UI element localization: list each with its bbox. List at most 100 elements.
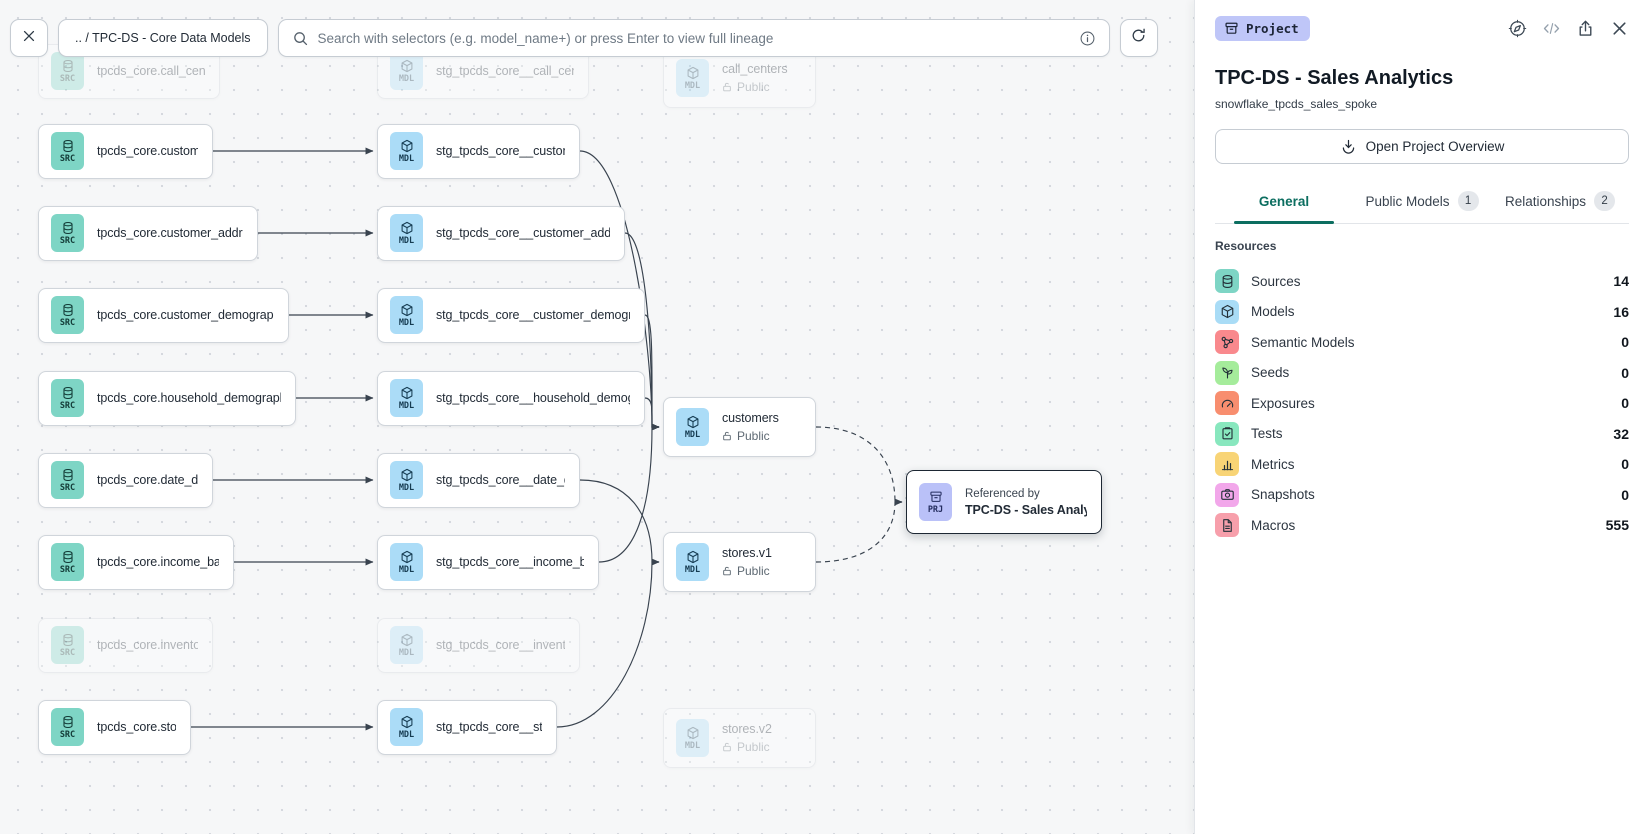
close-panel-icon[interactable] (1610, 19, 1629, 38)
clipboard-check-icon (1215, 422, 1239, 446)
graph-node-mdl_stores_v1[interactable]: MDLstores.v1Public (663, 532, 816, 592)
database-icon: SRC (51, 132, 84, 170)
node-label: tpcds_core.household_demographics (97, 391, 281, 405)
tab-label: Public Models (1365, 194, 1449, 209)
node-label: stg_tpcds_core__inventory (436, 638, 565, 652)
cube-icon: MDL (676, 408, 709, 446)
graph-node-src_customer_address[interactable]: SRC tpcds_core.customer_address (38, 206, 258, 261)
resource-count: 0 (1621, 456, 1629, 472)
project-schema-subtitle: snowflake_tpcds_sales_spoke (1215, 97, 1629, 111)
referenced-by-label: Referenced by (965, 488, 1087, 500)
code-icon[interactable] (1542, 19, 1561, 38)
graph-node-stg_store[interactable]: MDLstg_tpcds_core__store (377, 700, 557, 755)
node-label: call_centers (722, 62, 788, 76)
database-icon: SRC (51, 296, 84, 334)
resource-label: Tests (1251, 426, 1601, 441)
info-icon[interactable] (1079, 30, 1096, 47)
lineage-canvas[interactable]: SRCtpcds_core.call_centerSRCtpcds_core.c… (0, 0, 1194, 834)
tab-general[interactable]: General (1215, 183, 1353, 223)
graph-node-src_date_dim[interactable]: SRCtpcds_core.date_dim (38, 453, 213, 508)
explore-compass-icon[interactable] (1508, 19, 1527, 38)
tab-count-badge: 2 (1594, 191, 1615, 211)
close-lineage-button[interactable] (10, 19, 48, 57)
node-label: stg_tpcds_core__date_dim (436, 473, 565, 487)
database-icon: SRC (51, 543, 84, 581)
node-label: tpcds_core.customer (97, 144, 198, 158)
resource-count: 555 (1606, 517, 1629, 533)
graph-node-src_customer[interactable]: SRC tpcds_core.customer (38, 124, 213, 179)
resource-label: Macros (1251, 518, 1594, 533)
resource-type-badge: Project (1215, 16, 1310, 41)
lineage-search (278, 19, 1110, 57)
resource-row-macros: Macros 555 (1215, 510, 1629, 541)
graph-node-src_income_band[interactable]: SRCtpcds_core.income_band (38, 535, 234, 590)
resource-row-seeds: Seeds0 (1215, 358, 1629, 389)
resource-row-tests: Tests32 (1215, 419, 1629, 450)
node-label: stg_tpcds_core__income_band (436, 555, 584, 569)
edge-mdl_stores_v1-to-prj_sales (816, 502, 902, 562)
share-icon[interactable] (1576, 19, 1595, 38)
database-icon: SRC (51, 626, 84, 664)
graph-node-src_household_demographics[interactable]: SRC tpcds_core.household_demographics (38, 371, 296, 426)
graph-node-src_inventory[interactable]: SRCtpcds_core.inventory (38, 618, 213, 673)
tab-relationships[interactable]: Relationships2 (1491, 183, 1629, 223)
resource-count: 16 (1613, 304, 1629, 320)
database-icon: SRC (51, 379, 84, 417)
resource-row-sources: Sources14 (1215, 266, 1629, 297)
search-input[interactable] (318, 31, 1070, 46)
database-icon: SRC (51, 52, 84, 90)
resource-label: Snapshots (1251, 487, 1609, 502)
resource-label: Exposures (1251, 396, 1609, 411)
node-label: stores.v1 (722, 546, 772, 560)
lineage-toolbar: .. / TPC-DS - Core Data Models (10, 19, 1158, 57)
resource-label: Models (1251, 304, 1601, 319)
graph-node-stg_inventory[interactable]: MDL stg_tpcds_core__inventory (377, 618, 580, 673)
cube-icon: MDL (390, 52, 423, 90)
cube-icon: MDL (390, 379, 423, 417)
graph-node-stg_household_demographics[interactable]: MDLstg_tpcds_core__household_demogr… (377, 371, 645, 426)
graph-node-mdl_stores_v2[interactable]: MDLstores.v2Public (663, 708, 816, 768)
graph-node-stg_income_band[interactable]: MDL stg_tpcds_core__income_band (377, 535, 599, 590)
gauge-icon (1215, 391, 1239, 415)
lock-open-icon (722, 566, 732, 576)
cube-icon: MDL (390, 132, 423, 170)
seedling-icon (1215, 361, 1239, 385)
graph-node-stg_customer_address[interactable]: MDLstg_tpcds_core__customer_address (377, 206, 625, 261)
graph-node-stg_customer_demographics[interactable]: MDLstg_tpcds_core__customer_demogra… (377, 288, 645, 343)
graph-node-src_store[interactable]: SRCtpcds_core.store (38, 700, 191, 755)
resource-label: Seeds (1251, 365, 1609, 380)
node-label: stg_tpcds_core__customer (436, 144, 565, 158)
cube-icon: MDL (390, 626, 423, 664)
node-label: tpcds_core.store (97, 720, 176, 734)
resource-row-metrics: Metrics 0 (1215, 449, 1629, 480)
node-label: tpcds_core.call_center (97, 64, 205, 78)
cube-icon: MDL (390, 461, 423, 499)
public-access-label: Public (722, 740, 772, 754)
graph-node-mdl_customers[interactable]: MDLcustomersPublic (663, 397, 816, 457)
node-label: tpcds_core.customer_address (97, 226, 243, 240)
cube-icon: MDL (390, 296, 423, 334)
tab-label: General (1259, 194, 1309, 209)
open-project-overview-button[interactable]: Open Project Overview (1215, 129, 1629, 164)
project-icon: PRJ (919, 483, 952, 521)
graph-node-mdl_call_centers[interactable]: MDLcall_centersPublic (663, 48, 816, 108)
tab-public-models[interactable]: Public Models1 (1353, 183, 1491, 223)
graph-node-stg_date_dim[interactable]: MDL stg_tpcds_core__date_dim (377, 453, 580, 508)
graph-node-prj_sales[interactable]: PRJReferenced byTPC-DS - Sales Analytics (906, 470, 1102, 534)
cube-icon: MDL (390, 543, 423, 581)
file-icon (1215, 513, 1239, 537)
graph-node-stg_customer[interactable]: MDL stg_tpcds_core__customer (377, 124, 580, 179)
lock-open-icon (722, 431, 732, 441)
resource-label: Semantic Models (1251, 335, 1609, 350)
refresh-lineage-button[interactable] (1120, 19, 1158, 57)
breadcrumb[interactable]: .. / TPC-DS - Core Data Models (58, 19, 268, 57)
node-label: stg_tpcds_core__store (436, 720, 542, 734)
resource-label: Metrics (1251, 457, 1609, 472)
page-title: TPC-DS - Sales Analytics (1215, 67, 1629, 90)
graph-node-src_customer_demographics[interactable]: SRCtpcds_core.customer_demographics (38, 288, 289, 343)
cube-icon: MDL (676, 59, 709, 97)
resource-count: 14 (1613, 273, 1629, 289)
database-icon: SRC (51, 214, 84, 252)
bar-chart-icon (1215, 452, 1239, 476)
resource-row-snapshots: Snapshots0 (1215, 480, 1629, 511)
